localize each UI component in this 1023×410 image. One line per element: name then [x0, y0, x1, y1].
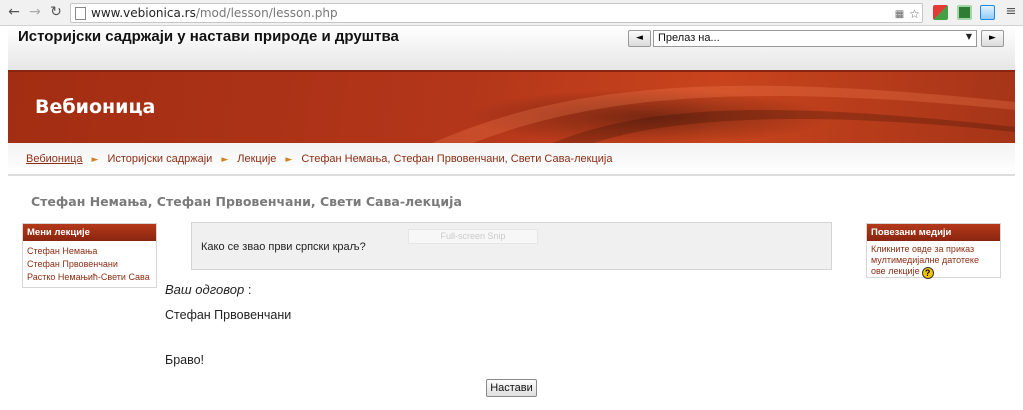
- answer-label-colon: :: [247, 282, 252, 297]
- related-media-link-line[interactable]: мултимедијалне датотеке: [871, 255, 996, 266]
- breadcrumb-course[interactable]: Историјски садржаји: [107, 153, 212, 165]
- jump-to-select[interactable]: Прелаз на... ▼: [653, 30, 977, 47]
- lesson-menu-list: Стефан Немања Стефан Првовенчани Растко …: [23, 241, 156, 288]
- lesson-menu-item[interactable]: Растко Немањић-Свети Сава: [27, 271, 152, 284]
- jump-select-value: Прелаз на...: [658, 32, 720, 44]
- answer-label: Ваш одговор :: [165, 282, 251, 297]
- breadcrumb-home[interactable]: Вебионица: [26, 153, 83, 165]
- breadcrumb-separator-icon: ►: [285, 155, 293, 165]
- answer-label-text: Ваш одговор: [165, 282, 245, 297]
- address-bar[interactable]: www.vebionica.rs/mod/lesson/lesson.php ▦…: [70, 3, 923, 23]
- breadcrumb-lessons[interactable]: Лекције: [237, 153, 276, 165]
- url-text: www.vebionica.rs/mod/lesson/lesson.php: [91, 6, 338, 20]
- banner-swoosh-graphic: [428, 85, 1015, 145]
- related-media-heading: Повезани медији: [867, 224, 1000, 241]
- url-host: www.vebionica.rs: [91, 6, 196, 20]
- snip-overlay: Full-screen Snip: [408, 229, 538, 244]
- site-banner: Вебионица: [8, 70, 1015, 145]
- lesson-menu-block: Мени лекције Стефан Немања Стефан Првове…: [22, 223, 157, 288]
- jump-prev-button[interactable]: ◄: [628, 30, 651, 47]
- lesson-menu-item[interactable]: Стефан Немања: [27, 245, 152, 258]
- extension-icon-shield[interactable]: [957, 5, 972, 20]
- lesson-menu-item[interactable]: Стефан Првовенчани: [27, 258, 152, 271]
- answer-value: Стефан Првовенчани: [165, 308, 292, 322]
- url-path: /mod/lesson/lesson.php: [195, 6, 338, 20]
- forward-arrow-icon[interactable]: →: [27, 4, 43, 20]
- extension-icon-colors[interactable]: [933, 5, 948, 20]
- breadcrumb-current-lesson: Стефан Немања, Стефан Првовенчани, Свети…: [301, 153, 613, 165]
- back-arrow-icon[interactable]: ←: [6, 4, 22, 20]
- extension-icon-notes[interactable]: [980, 5, 995, 20]
- page-icon: [75, 7, 86, 20]
- breadcrumb-bar: Вебионица ► Историјски садржаји ► Лекције ► Ст…: [8, 143, 1015, 176]
- feedback-message: Браво!: [165, 353, 205, 367]
- bookmark-star-icon[interactable]: ☆: [908, 8, 921, 21]
- related-media-link-line[interactable]: ове лекције?: [871, 266, 996, 279]
- site-name[interactable]: Вебионица: [35, 96, 155, 118]
- related-media-body[interactable]: Кликните овде за приказ мултимедијалне д…: [867, 241, 1000, 283]
- course-title: Историјски садржаји у настави природе и …: [18, 28, 399, 45]
- breadcrumb-separator-icon: ►: [221, 155, 229, 165]
- breadcrumb: Вебионица ► Историјски садржаји ► Лекције ► Ст…: [26, 153, 612, 165]
- question-text: Како се звао први српски краљ?: [201, 241, 366, 253]
- reload-icon[interactable]: ↻: [48, 4, 64, 20]
- dropdown-arrow-icon: ▼: [965, 32, 972, 41]
- related-media-block: Повезани медији Кликните овде за приказ …: [866, 223, 1001, 279]
- menu-icon[interactable]: ≡: [1003, 4, 1019, 20]
- help-icon[interactable]: ?: [921, 267, 934, 279]
- translate-icon[interactable]: ▦: [893, 8, 906, 21]
- breadcrumb-separator-icon: ►: [91, 155, 99, 165]
- site-header: Историјски садржаји у настави природе и …: [8, 26, 1015, 70]
- page-title: Стефан Немања, Стефан Првовенчани, Свети…: [31, 194, 462, 209]
- lesson-menu-heading: Мени лекције: [23, 224, 156, 241]
- question-box: Full-screen Snip Како се звао први српск…: [191, 222, 832, 270]
- continue-button[interactable]: Настави: [486, 379, 537, 397]
- related-media-link-line[interactable]: Кликните овде за приказ: [871, 244, 996, 255]
- related-media-link-text[interactable]: ове лекције: [871, 266, 920, 276]
- browser-toolbar: ← → ↻ www.vebionica.rs/mod/lesson/lesson…: [0, 0, 1023, 26]
- jump-next-button[interactable]: ►: [981, 30, 1004, 47]
